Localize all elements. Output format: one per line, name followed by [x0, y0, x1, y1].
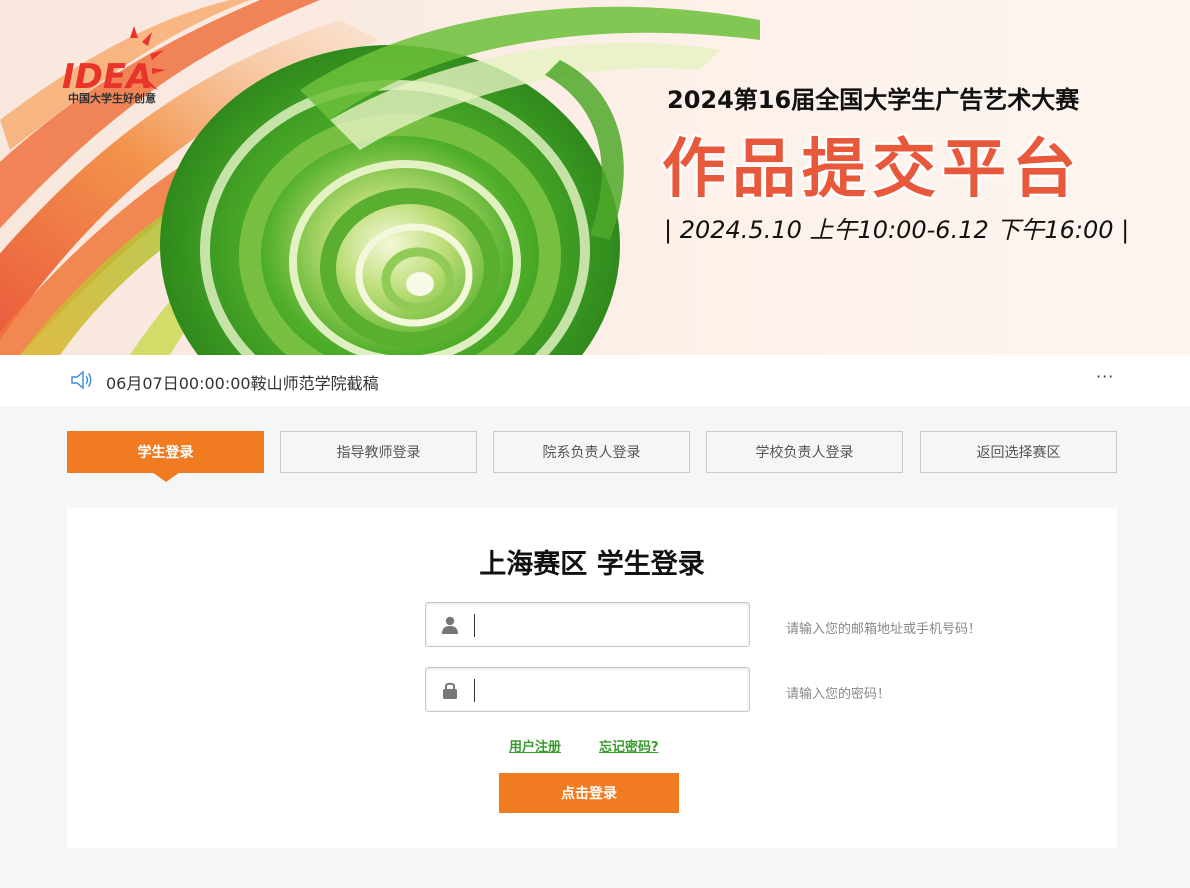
- password-hint: 请输入您的密码！: [786, 687, 891, 702]
- more-icon[interactable]: ···: [1096, 367, 1114, 386]
- tab-department-login[interactable]: 院系负责人登录: [493, 431, 690, 473]
- platform-title: 作品提交平台: [662, 133, 1082, 207]
- login-role-tabs: 学生登录 指导教师登录 院系负责人登录 学校负责人登录 返回选择赛区: [67, 431, 1117, 482]
- password-field[interactable]: [425, 667, 750, 712]
- login-panel: 上海赛区 学生登录 请输入您的邮箱地址或手机号码！ 请输入您的密码！ 用户注册 …: [67, 508, 1117, 848]
- text-caret: [474, 679, 475, 702]
- submission-period: | 2024.5.10 上午10:00-6.12 下午16:00 |: [664, 216, 1130, 244]
- forgot-password-link[interactable]: 忘记密码?: [599, 736, 659, 755]
- login-button[interactable]: 点击登录: [499, 773, 679, 813]
- tab-student-login[interactable]: 学生登录: [67, 431, 264, 482]
- logo-text: 中国大学生好创意: [68, 92, 156, 105]
- lock-icon: [443, 682, 457, 699]
- user-icon: [442, 616, 458, 634]
- notice-bar: 06月07日00:00:00鞍山师范学院截稿 ···: [0, 355, 1190, 406]
- account-input[interactable]: [482, 603, 742, 646]
- register-link[interactable]: 用户注册: [509, 736, 561, 755]
- tab-back-to-region[interactable]: 返回选择赛区: [920, 431, 1117, 473]
- header-banner: IDEA 中国大学生好创意 2024第16届全国大学生广告艺术大赛 作品提交平台…: [0, 0, 1190, 355]
- notice-text[interactable]: 06月07日00:00:00鞍山师范学院截稿: [106, 370, 379, 394]
- password-input[interactable]: [482, 668, 742, 711]
- competition-title: 2024第16届全国大学生广告艺术大赛: [667, 86, 1080, 114]
- tab-teacher-login[interactable]: 指导教师登录: [280, 431, 477, 473]
- login-title: 上海赛区 学生登录: [479, 549, 705, 580]
- text-caret: [474, 614, 475, 637]
- account-hint: 请输入您的邮箱地址或手机号码！: [786, 622, 982, 637]
- speaker-icon: [71, 370, 92, 390]
- tab-school-login[interactable]: 学校负责人登录: [706, 431, 903, 473]
- account-field[interactable]: [425, 602, 750, 647]
